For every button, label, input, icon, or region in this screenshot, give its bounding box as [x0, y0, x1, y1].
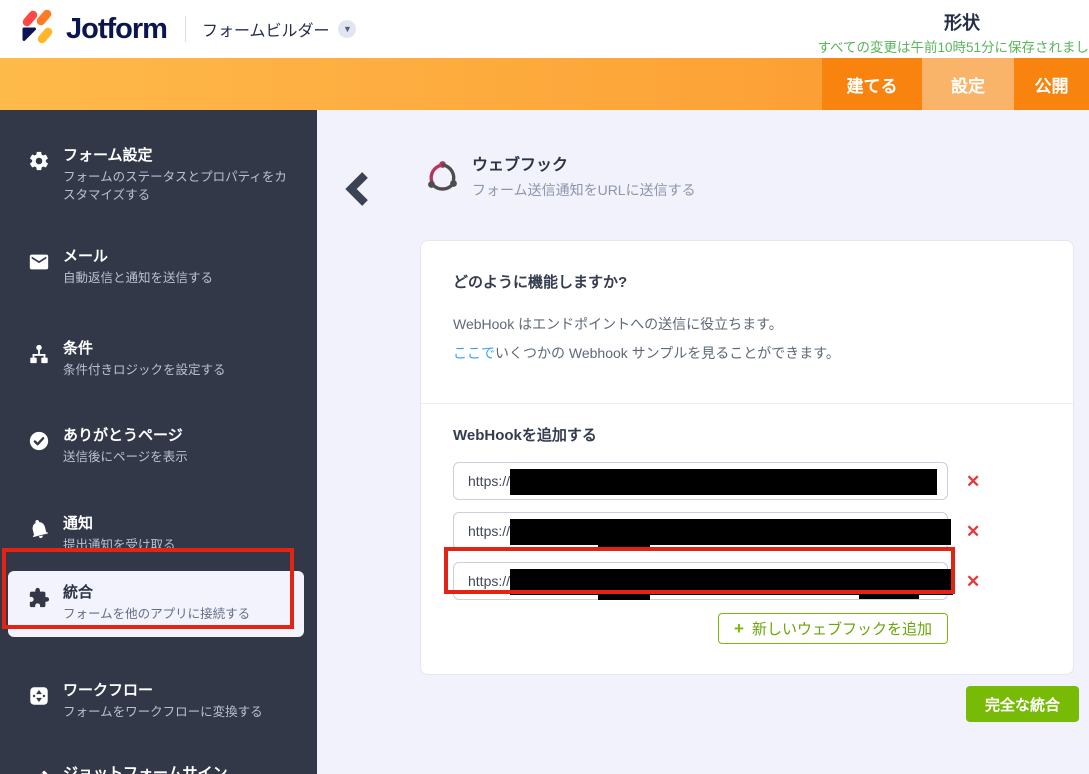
help-line2: ここでいくつかの Webhook サンプルを見ることができます。 [453, 343, 1041, 363]
settings-sidebar: フォーム設定 フォームのステータスとプロパティをカスタマイズする メール 自動返… [0, 110, 317, 774]
sidebar-item-subtitle: 送信後にページを表示 [63, 449, 294, 467]
remove-webhook-button-1[interactable]: ✕ [966, 473, 980, 490]
sidebar-item-subtitle: フォームのステータスとプロパティをカスタマイズする [63, 169, 294, 205]
sidebar-item-subtitle: フォームをワークフローに変換する [63, 704, 294, 722]
sitemap-icon [28, 343, 50, 365]
sidebar-item-title: ジョットフォームサイン [63, 765, 294, 774]
gear-icon [28, 150, 50, 172]
webhook-url-input-3[interactable]: https:// [453, 562, 948, 600]
webhook-row: https:// ✕ [453, 512, 982, 550]
save-status-text: すべての変更は午前10時51分に保存されまし [817, 36, 1089, 56]
add-new-webhook-button[interactable]: + 新しいウェブフックを追加 [718, 613, 948, 644]
puzzle-icon [28, 587, 50, 609]
sidebar-item-title: フォーム設定 [63, 147, 294, 166]
form-title[interactable]: 形状 [944, 9, 980, 35]
pen-nib-icon [28, 768, 50, 774]
samples-link[interactable]: ここで [453, 345, 495, 361]
jotform-logo-icon [18, 8, 56, 51]
webhook-list: https:// ✕ https:// ✕ https:// [453, 462, 982, 600]
bell-icon [28, 518, 50, 540]
tab-build[interactable]: 建てる [822, 58, 922, 110]
nav-bar-spacer [0, 58, 822, 110]
sidebar-item-conditions[interactable]: 条件 条件付きロジックを設定する [8, 329, 304, 391]
form-builder-menu-label: フォームビルダー [202, 17, 330, 41]
help-line1: WebHook はエンドポイントへの送信に役立ちます。 [453, 314, 1041, 334]
mail-icon [28, 251, 50, 273]
webhook-card: どのように機能しますか? WebHook はエンドポイントへの送信に役立ちます。… [420, 240, 1074, 675]
complete-integration-button[interactable]: 完全な統合 [966, 686, 1079, 722]
builder-nav-bar: 建てる 設定 公開 [0, 58, 1089, 110]
redacted-url [510, 569, 953, 595]
remove-webhook-button-3[interactable]: ✕ [966, 573, 980, 590]
webhook-row: https:// ✕ [453, 562, 982, 600]
form-builder-menu[interactable]: フォームビルダー ▼ [202, 17, 357, 41]
sidebar-item-notifications[interactable]: 通知 提出通知を受け取る [8, 504, 304, 566]
sidebar-item-subtitle: 条件付きロジックを設定する [63, 362, 294, 380]
back-button[interactable] [344, 170, 370, 208]
sidebar-item-emails[interactable]: メール 自動返信と通知を送信する [8, 237, 304, 299]
webhook-url-input-1[interactable]: https:// [453, 462, 948, 500]
sidebar-item-title: ワークフロー [63, 682, 294, 701]
url-prefix: https:// [468, 523, 510, 539]
chevron-down-icon: ▼ [338, 20, 356, 38]
plus-icon: + [734, 619, 744, 639]
integration-header: ウェブフック フォーム送信通知をURLに送信する [423, 156, 696, 200]
sidebar-item-subtitle: フォームを他のアプリに接続する [63, 606, 294, 624]
sidebar-item-subtitle: 提出通知を受け取る [63, 537, 294, 555]
integration-subtitle: フォーム送信通知をURLに送信する [472, 180, 696, 200]
tab-publish[interactable]: 公開 [1014, 58, 1089, 110]
add-webhook-row: + 新しいウェブフックを追加 [453, 613, 982, 644]
webhook-url-input-2[interactable]: https:// [453, 512, 948, 550]
sidebar-item-form-settings[interactable]: フォーム設定 フォームのステータスとプロパティをカスタマイズする [8, 136, 304, 215]
card-divider [421, 403, 1073, 404]
sidebar-item-subtitle: 自動返信と通知を送信する [63, 270, 294, 288]
webhook-row: https:// ✕ [453, 462, 982, 500]
sidebar-item-title: 統合 [63, 584, 294, 603]
check-circle-icon [28, 430, 50, 452]
redacted-url [510, 469, 937, 495]
sidebar-item-title: 条件 [63, 340, 294, 359]
workflow-icon [28, 685, 50, 707]
help-line2-rest: いくつかの Webhook サンプルを見ることができます。 [495, 345, 840, 361]
header-divider [185, 16, 186, 42]
help-heading: どのように機能しますか? [453, 271, 1041, 292]
redacted-url [510, 519, 951, 545]
sidebar-item-jotform-sign[interactable]: ジョットフォームサイン Jotform Signでフォームを強化 [8, 754, 304, 774]
top-header: Jotform フォームビルダー ▼ 形状 すべての変更は午前10時51分に保存… [0, 0, 1089, 58]
remove-webhook-button-2[interactable]: ✕ [966, 523, 980, 540]
sidebar-item-integrations[interactable]: 統合 フォームを他のアプリに接続する [8, 571, 304, 637]
sidebar-item-title: ありがとうページ [63, 427, 294, 446]
sidebar-item-title: 通知 [63, 515, 294, 534]
sidebar-item-workflow[interactable]: ワークフロー フォームをワークフローに変換する [8, 671, 304, 733]
sidebar-item-title: メール [63, 248, 294, 267]
integration-title: ウェブフック [472, 156, 696, 177]
url-prefix: https:// [468, 473, 510, 489]
jotform-logo[interactable]: Jotform [18, 8, 167, 51]
add-new-webhook-label: 新しいウェブフックを追加 [752, 618, 932, 639]
url-prefix: https:// [468, 573, 510, 589]
jotform-wordmark: Jotform [66, 13, 167, 46]
webhook-icon [423, 156, 461, 196]
sidebar-item-thank-you-page[interactable]: ありがとうページ 送信後にページを表示 [8, 416, 304, 478]
main-content: ウェブフック フォーム送信通知をURLに送信する どのように機能しますか? We… [317, 110, 1089, 774]
tab-settings[interactable]: 設定 [922, 58, 1014, 110]
add-webhook-heading: WebHookを追加する [453, 424, 1041, 445]
